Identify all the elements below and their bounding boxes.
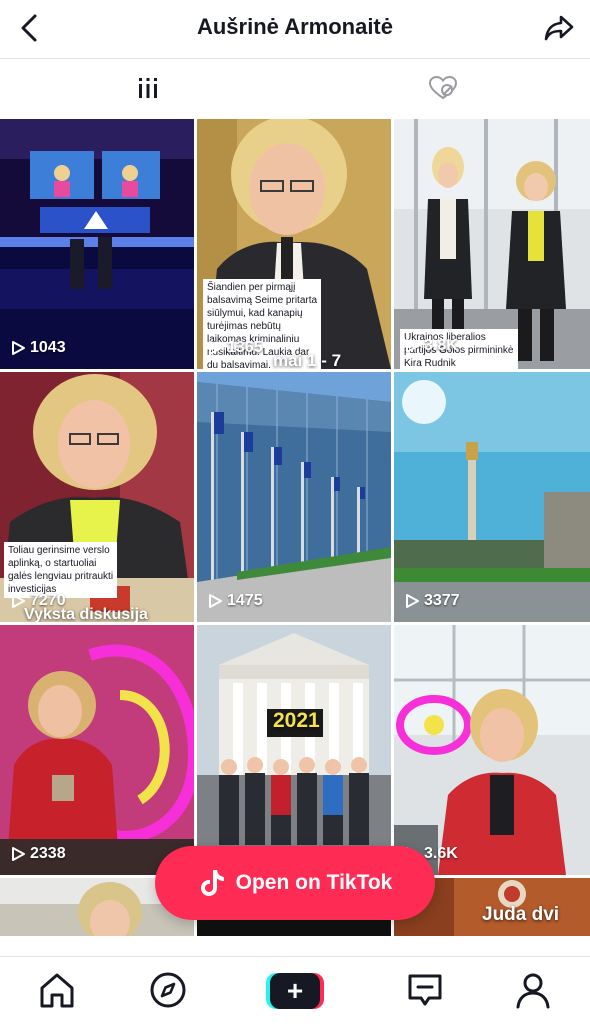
caption-line: Šiandien per pirmąjį (207, 282, 296, 293)
tiktok-logo-icon (200, 870, 224, 896)
view-count: 1043 (10, 339, 66, 357)
video-tile[interactable]: 3.6K (394, 625, 590, 875)
video-tile[interactable]: 3377 (394, 372, 590, 622)
profile-tabs (0, 59, 590, 176)
nav-home[interactable] (34, 967, 80, 1013)
video-tile[interactable]: 1043 (0, 119, 194, 369)
view-count-label: 3.6K (424, 845, 458, 862)
bottom-navigation: + (0, 956, 590, 1024)
view-count: 3377 (404, 592, 460, 610)
video-tile[interactable]: 1475 (197, 372, 391, 622)
caption-line: turėjimas nebūtų (207, 321, 281, 332)
inbox-message-icon (408, 974, 442, 1006)
view-count: 7270 (10, 592, 66, 610)
view-count: 1475 (207, 592, 263, 610)
video-thumbnail (394, 625, 590, 875)
video-overlay-text: mai 1 - 7 (273, 351, 342, 369)
open-on-tiktok-button[interactable]: Open on TikTok (155, 846, 435, 920)
create-button[interactable]: + (266, 973, 324, 1009)
play-icon (12, 847, 25, 861)
person-icon (516, 973, 550, 1009)
home-icon (40, 973, 74, 1008)
video-thumbnail (197, 372, 391, 622)
caption-line: aplinką, o startuoliai (8, 558, 97, 569)
view-count-label: 3.8K (424, 337, 458, 354)
video-tile[interactable]: Ukrainos liberalios partijos Golos pirmi… (394, 119, 590, 369)
play-icon (406, 339, 419, 353)
video-thumbnail (0, 625, 194, 875)
compass-icon (150, 972, 186, 1008)
view-count-label: 3377 (424, 592, 460, 609)
caption-line: siūlymui, kad kanapių (207, 308, 303, 319)
view-count: 2338 (10, 845, 66, 863)
video-grid: 1043 Šiandien per pirmąjį balsavimą Seim… (0, 119, 590, 936)
plus-icon: + (270, 973, 320, 1009)
caption-line: Toliau gerinsime verslo (8, 545, 110, 556)
view-count-label: 1365 (227, 339, 263, 356)
play-icon (209, 341, 222, 355)
play-icon (12, 341, 25, 355)
top-header: Aušrinė Armonaitė (0, 0, 590, 58)
profile-name-title: Aušrinė Armonaitė (196, 14, 393, 39)
grid-bars-icon (138, 78, 157, 98)
video-tile[interactable]: 2338 (0, 625, 194, 875)
video-tile[interactable]: 2021 (197, 625, 391, 875)
view-count-label: 7270 (30, 592, 66, 609)
caption-line: balsavimą Seime pritarta (207, 295, 318, 306)
nav-discover[interactable] (145, 967, 191, 1013)
view-count-label: 1475 (227, 592, 263, 609)
nav-profile[interactable] (510, 967, 556, 1013)
tab-videos[interactable] (0, 59, 295, 117)
video-thumbnail (394, 372, 590, 622)
play-icon (12, 594, 25, 608)
video-tile[interactable]: Šiandien per pirmąjį balsavimą Seime pri… (197, 119, 391, 369)
video-overlay-text: Juda dvi (482, 904, 560, 925)
caption-line: Kira Rudnik (404, 358, 456, 369)
video-caption: Toliau gerinsime verslo aplinką, o start… (4, 542, 118, 598)
view-count-label: 1043 (30, 339, 66, 356)
view-count: 1365 (207, 339, 263, 357)
video-thumbnail (197, 625, 391, 875)
share-arrow-icon (544, 15, 574, 41)
caption-line: galės lengviau pritraukti (8, 571, 114, 582)
view-count: 3.8K (404, 337, 458, 355)
nav-inbox[interactable] (402, 967, 448, 1013)
tab-liked[interactable] (295, 59, 590, 117)
view-count-label: 2338 (30, 845, 66, 862)
play-icon (209, 594, 222, 608)
video-overlay-text: 2021 (273, 709, 320, 732)
video-tile[interactable]: Toliau gerinsime verslo aplinką, o start… (0, 372, 194, 622)
open-on-tiktok-label: Open on TikTok (235, 871, 393, 894)
share-button[interactable] (540, 10, 578, 46)
video-thumbnail (0, 119, 194, 369)
hidden-heart-icon (428, 75, 457, 100)
play-icon (406, 594, 419, 608)
